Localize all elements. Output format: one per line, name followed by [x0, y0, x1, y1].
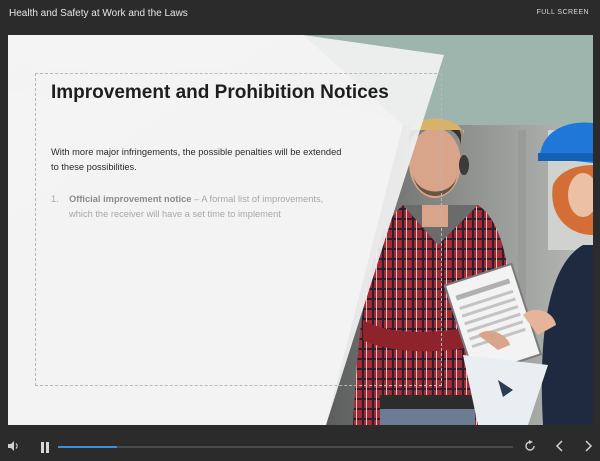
progress-fill [58, 446, 118, 448]
course-title: Health and Safety at Work and the Laws [9, 8, 188, 19]
player-controls [0, 430, 600, 461]
volume-icon[interactable] [7, 439, 20, 457]
next-icon[interactable] [583, 439, 593, 457]
player-header: Health and Safety at Work and the Laws F… [0, 0, 600, 30]
list-item-term: Official improvement notice [69, 194, 192, 204]
slide: Improvement and Prohibition Notices With… [8, 35, 593, 425]
replay-icon[interactable] [524, 439, 536, 457]
slide-body-text: With more major infringements, the possi… [51, 147, 342, 172]
list-item: 1. Official improvement notice – A forma… [51, 192, 339, 222]
previous-icon[interactable] [555, 439, 565, 457]
list-item-separator: – [191, 194, 202, 204]
content-frame [35, 73, 442, 386]
slide-title: Improvement and Prohibition Notices [51, 82, 389, 103]
pause-icon[interactable] [40, 440, 50, 458]
list-item-number: 1. [51, 194, 59, 204]
fullscreen-button[interactable]: FULL SCREEN [537, 9, 589, 16]
progress-bar[interactable] [58, 446, 513, 448]
